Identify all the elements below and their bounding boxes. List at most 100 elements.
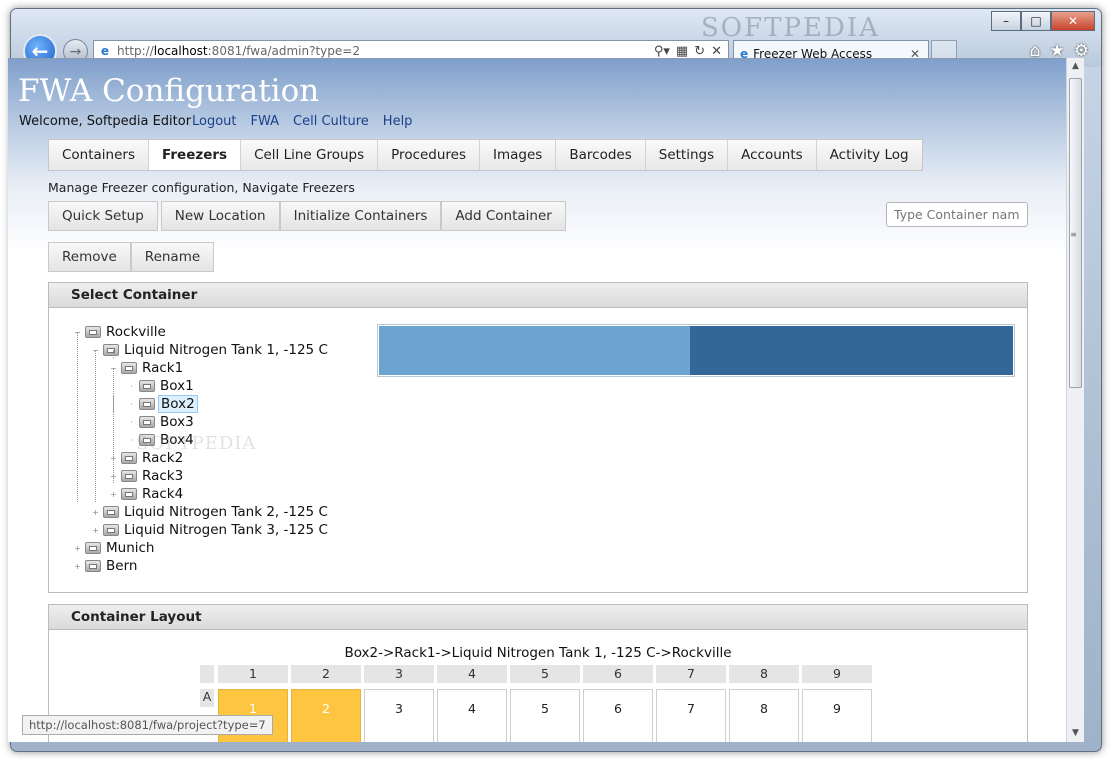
grid-column-headers: 123456789	[218, 665, 872, 683]
refresh-icon[interactable]: ↻	[694, 44, 705, 59]
tree-node-label[interactable]: Liquid Nitrogen Tank 3, -125 C	[122, 522, 330, 538]
tree-node-label[interactable]: Liquid Nitrogen Tank 2, -125 C	[122, 504, 330, 520]
usage-bar-free	[689, 326, 1013, 375]
tree-connector	[77, 332, 78, 502]
grid-cell[interactable]: 6	[583, 689, 653, 742]
tab-accounts[interactable]: Accounts	[728, 140, 817, 170]
tree-node[interactable]: + Liquid Nitrogen Tank 3, -125 C	[89, 521, 330, 539]
main-nav: Containers Freezers Cell Line Groups Pro…	[48, 139, 923, 171]
container-icon	[85, 542, 101, 554]
tree-node[interactable]: · Box2	[125, 395, 198, 413]
tab-procedures[interactable]: Procedures	[378, 140, 481, 170]
tab-freezers[interactable]: Freezers	[149, 140, 242, 170]
cell-culture-link[interactable]: Cell Culture	[293, 114, 369, 129]
quick-setup-button[interactable]: Quick Setup	[48, 201, 158, 231]
grid-cell[interactable]: 3	[364, 689, 434, 742]
grid-cell[interactable]: 9	[802, 689, 872, 742]
tree-node-label[interactable]: Rack4	[140, 486, 185, 502]
tree-expand-icon[interactable]: ·	[125, 382, 138, 391]
stop-icon[interactable]: ✕	[711, 44, 722, 59]
tree-node-label[interactable]: Rack1	[140, 360, 185, 376]
tree-node[interactable]: − Rack1	[107, 359, 185, 377]
container-icon	[85, 560, 101, 572]
tree-node[interactable]: + Rack3	[107, 467, 185, 485]
compat-view-icon[interactable]: ▦	[676, 44, 688, 59]
tree-node-label[interactable]: Munich	[104, 540, 157, 556]
grid-column-header: 8	[729, 665, 799, 683]
watermark: SOFTPEDIA	[701, 13, 880, 43]
container-icon	[121, 470, 137, 482]
tree-node-label[interactable]: Box2	[158, 395, 198, 413]
tree-node-label[interactable]: Liquid Nitrogen Tank 1, -125 C	[122, 342, 330, 358]
tab-images[interactable]: Images	[480, 140, 557, 170]
grid-cell[interactable]: 8	[729, 689, 799, 742]
tree-node-label[interactable]: Bern	[104, 558, 139, 574]
tree-expand-icon[interactable]: +	[71, 562, 84, 571]
container-layout-header: Container Layout	[49, 605, 1027, 630]
tree-expand-icon[interactable]: +	[89, 508, 102, 517]
tree-expand-icon[interactable]: +	[107, 490, 120, 499]
grid-cell[interactable]: 5	[510, 689, 580, 742]
tree-node-label[interactable]: Box3	[158, 414, 196, 430]
tab-cell-line-groups[interactable]: Cell Line Groups	[241, 140, 379, 170]
tree-node[interactable]: · Box3	[125, 413, 196, 431]
minimize-icon[interactable]: –	[991, 11, 1021, 31]
tree-node[interactable]: − Liquid Nitrogen Tank 1, -125 C	[89, 341, 330, 359]
tree-node[interactable]: · Box1	[125, 377, 196, 395]
grid-column-header: 1	[218, 665, 288, 683]
maximize-icon[interactable]: □	[1021, 11, 1051, 31]
tree-node[interactable]: + Liquid Nitrogen Tank 2, -125 C	[89, 503, 330, 521]
scroll-grip-icon: ≡	[1070, 230, 1077, 239]
tab-barcodes[interactable]: Barcodes	[556, 140, 646, 170]
tree-node[interactable]: + Rack4	[107, 485, 185, 503]
container-search-input[interactable]	[886, 202, 1028, 227]
tab-activity-log[interactable]: Activity Log	[816, 140, 922, 170]
grid-column-header: 5	[510, 665, 580, 683]
initialize-containers-button[interactable]: Initialize Containers	[279, 201, 442, 231]
tree-expand-icon[interactable]: +	[89, 526, 102, 535]
new-location-button[interactable]: New Location	[160, 201, 280, 231]
address-url[interactable]: http://localhost:8081/fwa/admin?type=2	[117, 44, 654, 58]
help-link[interactable]: Help	[383, 114, 413, 129]
scroll-up-icon[interactable]: ▲	[1067, 58, 1084, 75]
grid-row-a: 123456789	[218, 689, 872, 742]
window-controls: – □ ✕	[991, 11, 1095, 31]
grid-column-header: 4	[437, 665, 507, 683]
search-icon[interactable]: ⚲▾	[654, 44, 670, 59]
toolbar-row-1: Quick Setup New Location Initialize Cont…	[48, 201, 566, 231]
rename-button[interactable]: Rename	[130, 242, 215, 272]
tree-node[interactable]: + Bern	[71, 557, 139, 575]
tree-expand-icon[interactable]: ·	[125, 400, 138, 409]
tab-containers[interactable]: Containers	[49, 140, 150, 170]
tree-node-label[interactable]: Rockville	[104, 324, 168, 340]
grid-column-header: 9	[802, 665, 872, 683]
tree-node-label[interactable]: Box1	[158, 378, 196, 394]
fwa-link[interactable]: FWA	[251, 114, 280, 129]
remove-button[interactable]: Remove	[48, 242, 131, 272]
tree-connector	[95, 350, 96, 502]
close-icon[interactable]: ✕	[1051, 11, 1095, 31]
container-icon	[103, 344, 119, 356]
page-title: FWA Configuration	[18, 73, 320, 109]
logout-link[interactable]: Logout	[192, 114, 237, 129]
tree-expand-icon[interactable]: +	[71, 544, 84, 553]
tree-node[interactable]: + Munich	[71, 539, 157, 557]
grid-cell[interactable]: 4	[437, 689, 507, 742]
tab-settings[interactable]: Settings	[645, 140, 729, 170]
container-icon	[139, 416, 155, 428]
vertical-scrollbar[interactable]: ▲ ≡ ▼	[1066, 58, 1084, 742]
container-icon	[103, 524, 119, 536]
grid-cell[interactable]: 2	[291, 689, 361, 742]
status-bar-url: http://localhost:8081/fwa/project?type=7	[22, 715, 273, 735]
tree-connector	[113, 350, 114, 358]
add-container-button[interactable]: Add Container	[441, 201, 566, 231]
tree-node[interactable]: − Rockville	[71, 323, 168, 341]
usage-bar-used	[379, 326, 690, 375]
tree-expand-icon[interactable]: ·	[125, 418, 138, 427]
grid-cell[interactable]: 7	[656, 689, 726, 742]
scroll-down-icon[interactable]: ▼	[1067, 725, 1084, 742]
tree-node-label[interactable]: Rack3	[140, 468, 185, 484]
container-icon	[85, 326, 101, 338]
grid-column-header: 7	[656, 665, 726, 683]
grid-column-header: 2	[291, 665, 361, 683]
